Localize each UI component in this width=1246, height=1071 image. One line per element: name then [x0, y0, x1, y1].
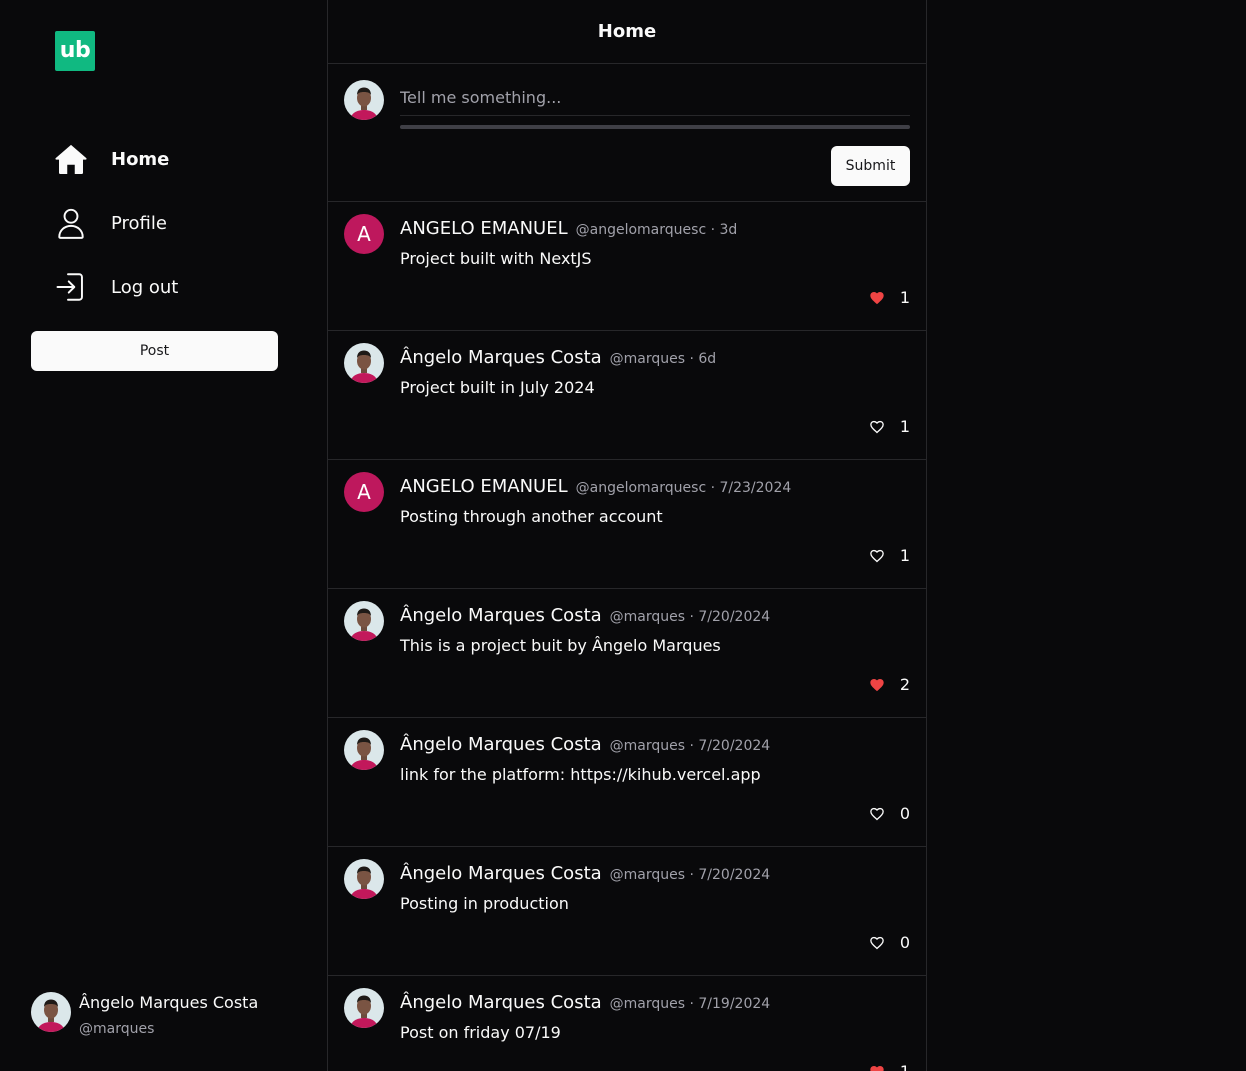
post-input[interactable]: [400, 80, 910, 116]
post-author[interactable]: ANGELO EMANUEL: [400, 476, 568, 497]
post-button[interactable]: Post: [31, 331, 278, 371]
post-composer: Submit: [328, 64, 926, 202]
nav-item-logout[interactable]: Log out: [52, 265, 178, 309]
like-button[interactable]: 1: [869, 417, 910, 436]
like-count: 1: [899, 288, 910, 307]
post-body: Post on friday 07/19: [400, 1023, 561, 1042]
like-count: 1: [899, 546, 910, 565]
nav-item-home[interactable]: Home: [52, 137, 169, 181]
heart-icon: [869, 290, 885, 306]
post-body: This is a project buit by Ângelo Marques: [400, 636, 721, 655]
post-meta: @angelomarquesc · 7/23/2024: [575, 480, 792, 496]
post-item[interactable]: Ângelo Marques Costa @marques · 7/19/202…: [328, 976, 926, 1071]
heart-icon: [869, 419, 885, 435]
avatar: [31, 992, 71, 1032]
post-meta: @marques · 7/20/2024: [609, 609, 771, 625]
avatar: [344, 80, 384, 120]
post-item[interactable]: Ângelo Marques Costa @marques · 7/20/202…: [328, 718, 926, 847]
logout-icon: [52, 268, 90, 306]
post-body: Posting in production: [400, 894, 569, 913]
avatar: A: [344, 214, 384, 254]
like-button[interactable]: 0: [869, 933, 910, 952]
post-author[interactable]: Ângelo Marques Costa: [400, 863, 602, 884]
post-item[interactable]: Ângelo Marques Costa @marques · 7/20/202…: [328, 589, 926, 718]
post-body: Project built with NextJS: [400, 249, 592, 268]
like-count: 0: [899, 804, 910, 823]
heart-icon: [869, 548, 885, 564]
character-progress-bar: [400, 125, 910, 129]
nav-label-logout: Log out: [111, 276, 179, 298]
avatar: A: [344, 472, 384, 512]
like-button[interactable]: 2: [869, 675, 910, 694]
avatar: [344, 343, 384, 383]
like-count: 0: [899, 933, 910, 952]
heart-icon: [869, 1064, 885, 1071]
avatar: [344, 730, 384, 770]
like-button[interactable]: 0: [869, 804, 910, 823]
nav-item-profile[interactable]: Profile: [52, 201, 167, 245]
like-count: 2: [899, 675, 910, 694]
account-switcher[interactable]: Ângelo Marques Costa @marques: [31, 992, 311, 1037]
user-icon: [52, 204, 90, 242]
post-author[interactable]: Ângelo Marques Costa: [400, 734, 602, 755]
avatar: [344, 988, 384, 1028]
post-body: Posting through another account: [400, 507, 663, 526]
post-body: Project built in July 2024: [400, 378, 595, 397]
like-count: 1: [900, 1062, 910, 1071]
heart-icon: [869, 935, 885, 951]
avatar: [344, 859, 384, 899]
account-handle: @marques: [79, 1021, 155, 1037]
like-button[interactable]: 1: [869, 1062, 910, 1071]
post-author[interactable]: Ângelo Marques Costa: [400, 605, 602, 626]
heart-icon: [869, 677, 885, 693]
post-meta: @marques · 7/19/2024: [609, 996, 771, 1012]
post-item[interactable]: A ANGELO EMANUEL @angelomarquesc · 7/23/…: [328, 460, 926, 589]
post-author[interactable]: Ângelo Marques Costa: [400, 992, 602, 1013]
nav-label-profile: Profile: [111, 212, 167, 234]
post-item[interactable]: A ANGELO EMANUEL @angelomarquesc · 3d Pr…: [328, 202, 926, 331]
like-button[interactable]: 1: [869, 288, 910, 307]
app-logo[interactable]: ub: [55, 31, 95, 71]
like-button[interactable]: 1: [869, 546, 910, 565]
post-meta: @angelomarquesc · 3d: [575, 222, 738, 238]
post-body: link for the platform: https://kihub.ver…: [400, 765, 761, 784]
page-title: Home: [328, 0, 926, 64]
post-meta: @marques · 7/20/2024: [609, 738, 771, 754]
post-meta: @marques · 6d: [609, 351, 717, 367]
avatar: [344, 601, 384, 641]
nav-label-home: Home: [111, 148, 170, 170]
main-feed: Home Submit A ANGELO EMANUEL @angelomarq…: [327, 0, 927, 1071]
like-count: 1: [899, 417, 910, 436]
post-meta: @marques · 7/20/2024: [609, 867, 771, 883]
post-list: A ANGELO EMANUEL @angelomarquesc · 3d Pr…: [328, 202, 926, 1071]
account-name: Ângelo Marques Costa: [79, 993, 259, 1012]
post-author[interactable]: Ângelo Marques Costa: [400, 347, 602, 368]
sidebar: ub Home Profile Log out Post Ângelo Marq…: [0, 0, 327, 1071]
submit-button[interactable]: Submit: [831, 146, 910, 186]
heart-icon: [869, 806, 885, 822]
post-author[interactable]: ANGELO EMANUEL: [400, 218, 568, 239]
post-item[interactable]: Ângelo Marques Costa @marques · 6d Proje…: [328, 331, 926, 460]
home-icon: [52, 140, 90, 178]
post-item[interactable]: Ângelo Marques Costa @marques · 7/20/202…: [328, 847, 926, 976]
